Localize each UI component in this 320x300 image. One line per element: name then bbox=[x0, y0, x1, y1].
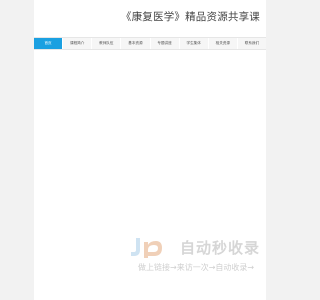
watermark: 自动秒收录 做上链接→来访一次→自动收录→ bbox=[130, 236, 280, 276]
watermark-brand: 自动秒收录 bbox=[180, 239, 261, 257]
nav-item-contact[interactable]: 联系我们 bbox=[238, 38, 266, 49]
nav-item-lectures[interactable]: 专题讲座 bbox=[151, 38, 180, 49]
site-banner: 《康复医学》精品资源共享课 bbox=[34, 0, 266, 37]
nav-item-basic-resources[interactable]: 基本资源 bbox=[121, 38, 151, 49]
jp-logo-icon bbox=[131, 238, 162, 258]
nav-item-student-group[interactable]: 学生集体 bbox=[180, 38, 209, 49]
nav-item-related-resources[interactable]: 相关资源 bbox=[209, 38, 238, 49]
main-nav: 首页 课程简介 教师队伍 基本资源 专题讲座 学生集体 相关资源 联系我们 bbox=[34, 37, 266, 50]
watermark-tagline: 做上链接→来访一次→自动收录→ bbox=[138, 263, 255, 272]
nav-item-teachers[interactable]: 教师队伍 bbox=[92, 38, 122, 49]
nav-item-course-intro[interactable]: 课程简介 bbox=[63, 38, 93, 49]
site-title: 《康复医学》精品资源共享课 bbox=[120, 11, 260, 23]
nav-item-home[interactable]: 首页 bbox=[34, 38, 64, 49]
